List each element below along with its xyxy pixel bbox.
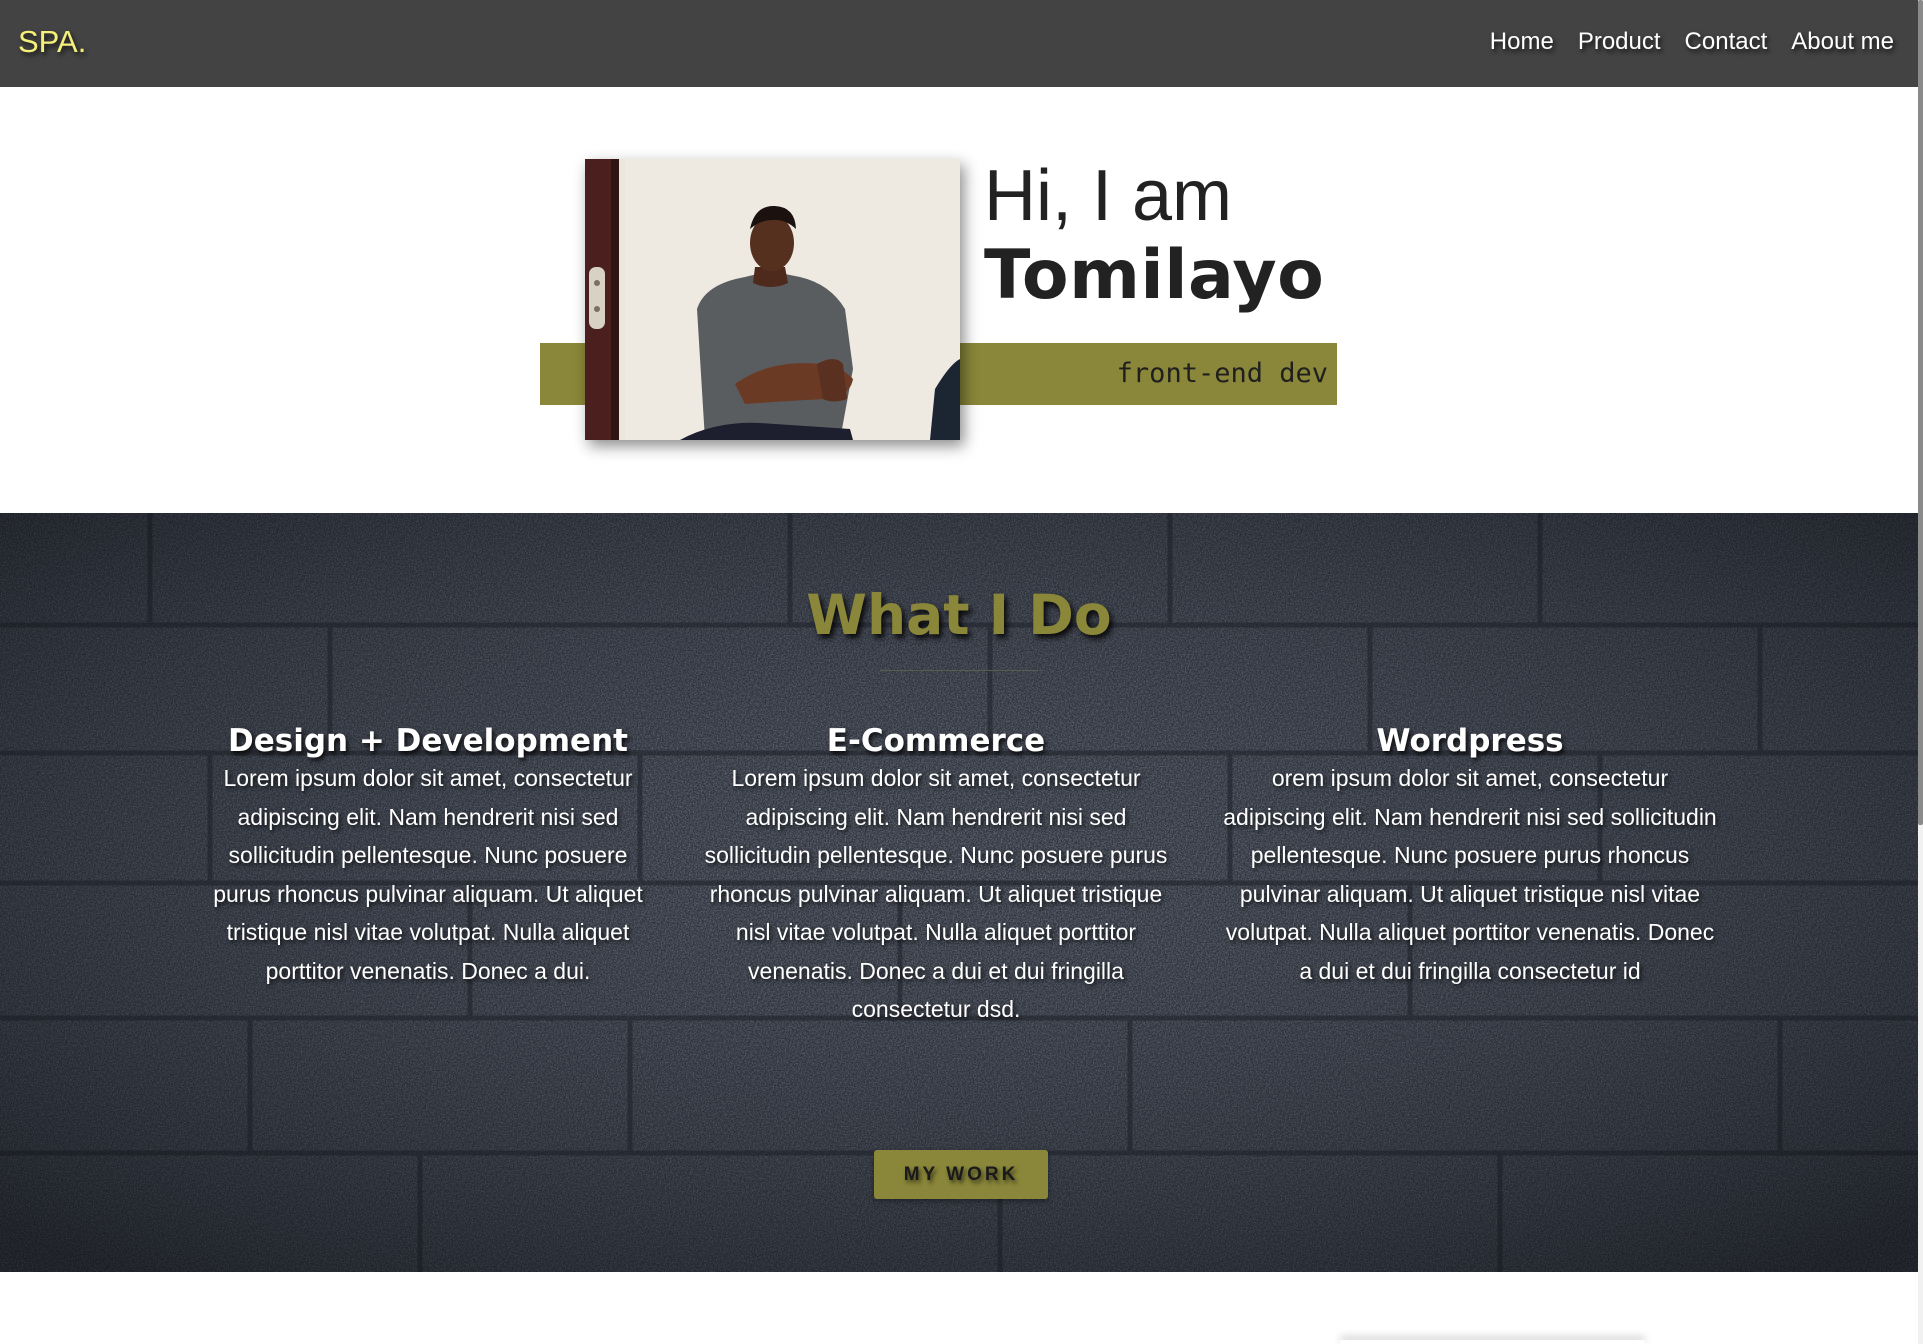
service-ecommerce: E-Commerce Lorem ipsum dolor sit amet, c… <box>690 723 1182 1029</box>
next-card-edge <box>1340 1340 1645 1344</box>
service-description: Lorem ipsum dolor sit amet, consectetur … <box>213 765 643 984</box>
page-scrollbar[interactable] <box>1918 0 1923 1344</box>
service-title: E-Commerce <box>826 723 1046 759</box>
next-section <box>0 1272 1918 1344</box>
nav-link-home[interactable]: Home <box>1490 28 1554 56</box>
navbar: SPA. Home Product Contact About me <box>0 0 1918 87</box>
service-title: Design + Development <box>228 723 628 759</box>
heading-divider <box>880 670 1038 671</box>
profile-photo <box>585 159 960 440</box>
hero-name: Tomilayo <box>984 236 1325 315</box>
nav-link-contact[interactable]: Contact <box>1685 28 1768 56</box>
service-description: Lorem ipsum dolor sit amet, consectetur … <box>704 765 1168 1022</box>
my-work-button[interactable]: MY WORK <box>874 1150 1048 1199</box>
brand-logo[interactable]: SPA. <box>18 24 86 60</box>
service-design-development: Design + Development Lorem ipsum dolor s… <box>210 723 646 990</box>
nav-menu: Home Product Contact About me <box>1490 28 1894 56</box>
tagline-text: front-end dev <box>1116 358 1328 389</box>
service-title: Wordpress <box>1376 723 1564 759</box>
hero-greeting: Hi, I am <box>984 156 1233 236</box>
services-heading: What I Do <box>806 583 1112 647</box>
service-wordpress: Wordpress orem ipsum dolor sit amet, con… <box>1222 723 1718 990</box>
scrollbar-thumb[interactable] <box>1918 0 1923 825</box>
nav-link-product[interactable]: Product <box>1578 28 1661 56</box>
services-section: What I Do Design + Development Lorem ips… <box>0 513 1918 1272</box>
nav-link-about-me[interactable]: About me <box>1791 28 1894 56</box>
service-description: orem ipsum dolor sit amet, consectetur a… <box>1223 765 1717 984</box>
hero-section: front-end dev Hi, I am Tomilayo <box>0 87 1918 513</box>
